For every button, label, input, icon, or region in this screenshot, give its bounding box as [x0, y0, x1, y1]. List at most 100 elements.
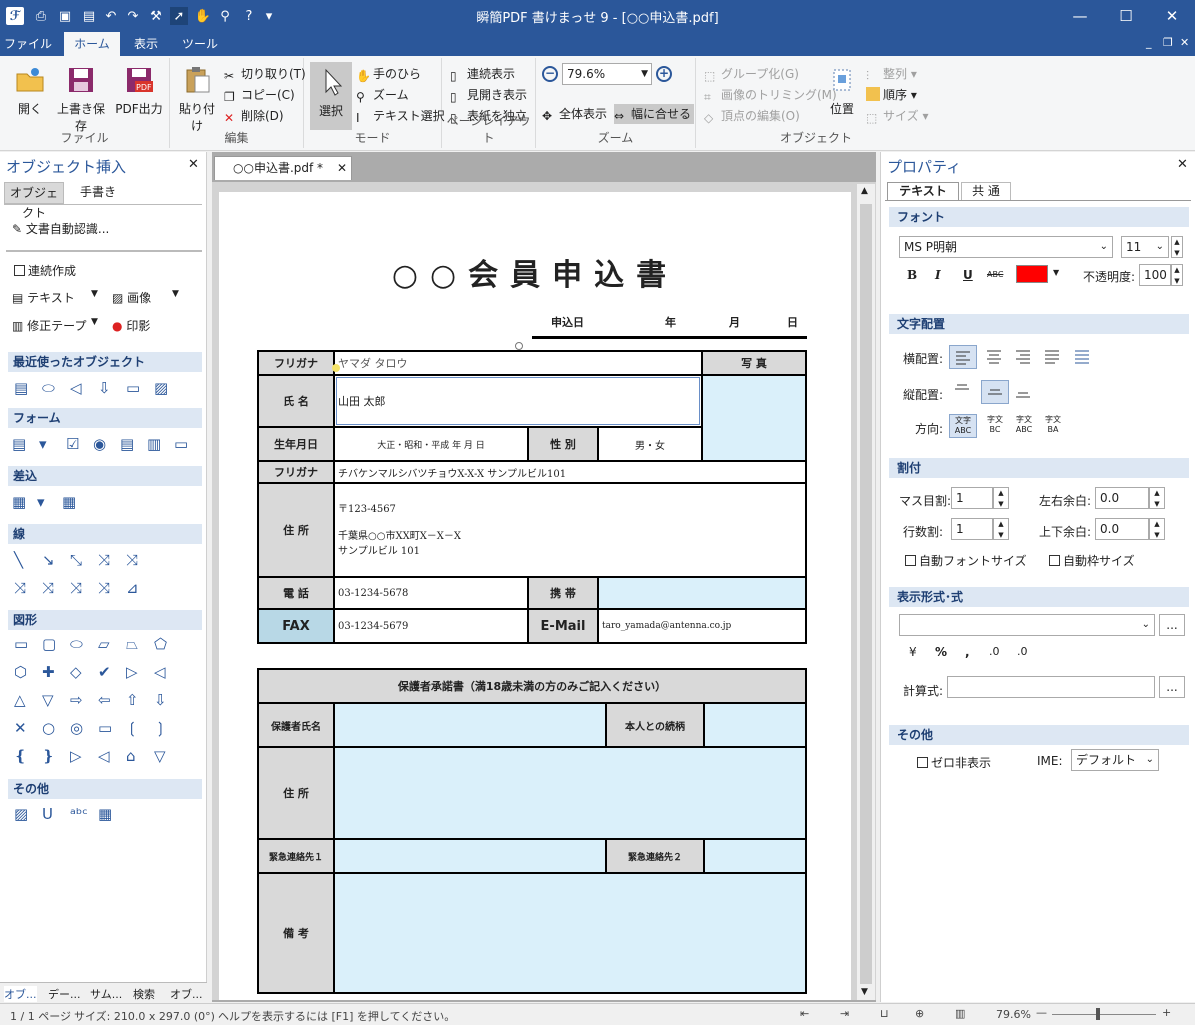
x-shape-icon[interactable]: ✕ — [14, 720, 30, 736]
trim-button[interactable]: ⌗ 画像のトリミング(M) — [704, 85, 837, 105]
sex-field[interactable]: 男・女 — [597, 426, 703, 462]
table-icon[interactable]: ▦ — [98, 806, 114, 822]
hand-button[interactable]: ✋ 手のひら — [356, 64, 421, 84]
form-checkbox-icon[interactable]: ☑ — [66, 436, 82, 452]
fit-width-button[interactable]: ⇔ 幅に合せる — [614, 104, 695, 124]
form-list-icon[interactable]: ▤ — [120, 436, 136, 452]
fax-field[interactable]: 03-1234-5679 — [333, 608, 529, 644]
align-distribute-button[interactable] — [1069, 345, 1097, 369]
stamp-button[interactable]: ● 印影 — [112, 317, 150, 334]
underline-button[interactable]: U — [963, 268, 973, 282]
page-next-icon[interactable]: ⇥ — [840, 1007, 849, 1020]
format-select[interactable]: ⌄ — [899, 614, 1155, 636]
comma-format-button[interactable]: , — [965, 645, 970, 659]
close-button[interactable]: ✕ — [1149, 0, 1195, 32]
lr-margin-input[interactable]: 0.0 — [1095, 487, 1149, 509]
document-tab[interactable]: ○○申込書.pdf * ✕ — [214, 156, 352, 180]
direction-horizontal-icon[interactable]: 文字 ABC — [949, 414, 977, 438]
pointer-left-icon[interactable]: ◁ — [98, 748, 114, 764]
triangle-left-icon[interactable]: ◁ — [154, 664, 170, 680]
scroll-down-icon[interactable]: ▼ — [861, 987, 868, 997]
order-button[interactable]: 順序 ▾ — [866, 85, 917, 105]
menu-home[interactable]: ホーム — [64, 32, 120, 56]
recent-triangle-icon[interactable]: ◁ — [70, 380, 86, 396]
font-size-spinner[interactable]: ▲ ▼ — [1171, 236, 1183, 258]
bracket-right-icon[interactable]: ❳ — [154, 720, 170, 736]
menu-file[interactable]: ファイル — [0, 32, 56, 56]
close-tab-icon[interactable]: ✕ — [337, 157, 347, 179]
format-more-button[interactable]: ... — [1159, 614, 1185, 636]
select-button[interactable]: 選択 — [310, 62, 352, 130]
pdf-output-button[interactable]: PDF PDF出力 — [114, 64, 164, 117]
emergency1-field[interactable] — [333, 838, 607, 874]
bottom-tab-thumbnail[interactable]: サム... — [90, 986, 122, 1002]
cross-icon[interactable]: ✚ — [42, 664, 58, 680]
zero-hide-checkbox[interactable]: ゼロ非表示 — [917, 754, 991, 771]
save-button[interactable]: 上書き保存 — [52, 64, 110, 134]
guardian-name-field[interactable] — [333, 702, 607, 748]
double-curve-icon[interactable]: ⤨ — [98, 580, 114, 596]
fit-width-status-icon[interactable]: ▥ — [955, 1007, 965, 1020]
form-text-field-icon[interactable]: ▤ — [12, 436, 28, 452]
copy-button[interactable]: ❐ コピー(C) — [224, 85, 295, 105]
line-icon[interactable]: ╲ — [14, 552, 30, 568]
auto-recognize-button[interactable]: ✎ 文書自動認識... — [12, 220, 109, 237]
direction-rotate-icon[interactable]: 字文 BA — [1039, 414, 1067, 438]
bottom-tab-search[interactable]: 検索 — [133, 986, 155, 1002]
double-circle-icon[interactable]: ◎ — [70, 720, 86, 736]
hexagon-icon[interactable]: ⬡ — [14, 664, 30, 680]
opacity-spinner[interactable]: ▲ ▼ — [1171, 264, 1183, 286]
continuous-view-button[interactable]: ▯ 連続表示 — [450, 64, 515, 84]
merge-field-icon[interactable]: ▦ — [12, 494, 28, 510]
scroll-thumb[interactable] — [860, 204, 872, 984]
valign-bottom-button[interactable] — [1010, 380, 1038, 404]
recent-arrow-down-icon[interactable]: ⇩ — [98, 380, 114, 396]
fit-all-button[interactable]: ✥ 全体表示 — [542, 104, 607, 124]
align-justify-button[interactable] — [1039, 345, 1067, 369]
align-center-button[interactable] — [981, 345, 1009, 369]
text-color-button[interactable] — [1016, 265, 1048, 283]
freeform-icon[interactable]: ⊿ — [126, 580, 142, 596]
row-split-input[interactable]: 1 — [951, 518, 993, 540]
valign-middle-button[interactable] — [981, 380, 1009, 404]
align-button[interactable]: ⫶ 整列 ▾ — [866, 64, 917, 84]
doc-minimize-button[interactable]: _ — [1146, 36, 1152, 49]
merge-dropdown-icon[interactable]: ▾ — [37, 494, 53, 510]
tape-dropdown-icon[interactable]: ▼ — [91, 317, 98, 327]
bracket-left-icon[interactable]: ❲ — [126, 720, 142, 736]
mobile-field[interactable] — [597, 576, 807, 610]
fit-page-icon[interactable]: ⊔ — [880, 1007, 889, 1020]
vertex-button[interactable]: ◇ 頂点の編集(O) — [704, 106, 800, 126]
formula-input[interactable] — [947, 676, 1155, 698]
arrow-line-icon[interactable]: ↘ — [42, 552, 58, 568]
rounded-rect-icon[interactable]: ▢ — [42, 636, 58, 652]
yen-format-button[interactable]: ¥ — [909, 645, 917, 659]
text-select-button[interactable]: I テキスト選択 — [356, 106, 445, 126]
tab-object[interactable]: オブジェクト — [4, 182, 64, 220]
form-dropdown-icon[interactable]: ▾ — [39, 436, 55, 452]
position-button[interactable]: 位置 — [824, 64, 860, 117]
check-icon[interactable]: ✔ — [98, 664, 114, 680]
recent-rounded-rect-icon[interactable]: ▭ — [126, 380, 142, 396]
vertical-scrollbar[interactable]: ▲ ▼ — [857, 184, 875, 1000]
guardian-address-field[interactable] — [333, 746, 807, 840]
bottom-tab-object[interactable]: オブ... — [4, 986, 37, 1002]
relation-field[interactable] — [703, 702, 807, 748]
spread-view-button[interactable]: ▯ 見開き表示 — [450, 85, 527, 105]
address-field[interactable]: 〒123-4567 千葉県○○市XX町X－X－X サンプルビル 101 — [333, 482, 807, 578]
size-button[interactable]: ⬚ サイズ ▾ — [866, 106, 928, 126]
notes-field[interactable] — [333, 872, 807, 994]
zoom-out-icon[interactable]: − — [542, 66, 558, 82]
recent-ellipse-icon[interactable]: ⬭ — [42, 380, 58, 396]
bold-button[interactable]: B — [907, 268, 917, 282]
cell-split-spinner[interactable]: ▲ ▼ — [993, 487, 1009, 509]
recent-image-icon[interactable]: ▨ — [154, 380, 170, 396]
ellipse-icon[interactable]: ⬭ — [70, 636, 86, 652]
ime-select[interactable]: デフォルト ⌄ — [1071, 749, 1159, 771]
highlight-icon[interactable]: ▨ — [14, 806, 30, 822]
photo-box[interactable] — [700, 374, 808, 462]
page-first-icon[interactable]: ⇤ — [800, 1007, 809, 1020]
parallelogram-icon[interactable]: ▱ — [98, 636, 114, 652]
anchor-handle[interactable] — [332, 364, 340, 372]
tb-margin-input[interactable]: 0.0 — [1095, 518, 1149, 540]
